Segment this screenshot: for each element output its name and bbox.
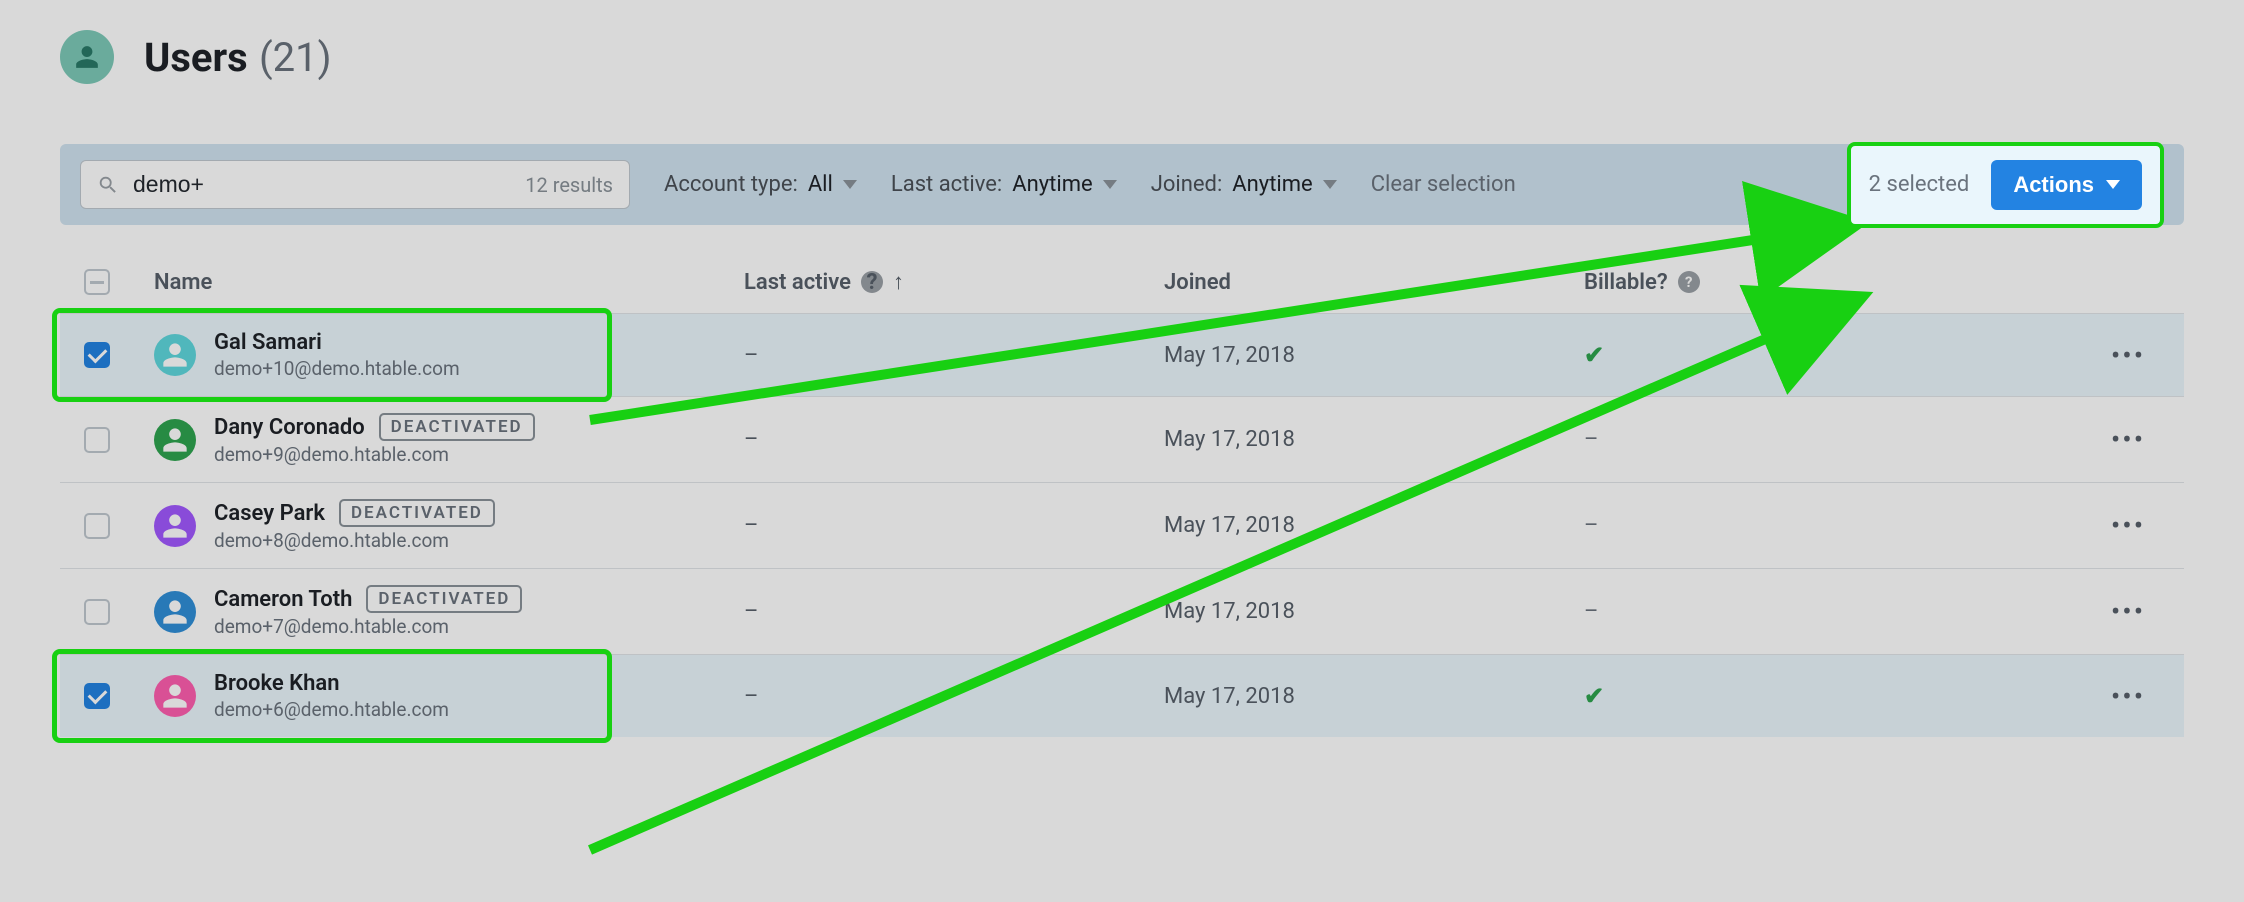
col-billable-label: Billable? (1584, 270, 1668, 295)
user-email: demo+10@demo.htable.com (214, 357, 460, 380)
page-count: (21) (259, 34, 332, 81)
table-row: Brooke Khan demo+6@demo.htable.com – May… (60, 654, 2184, 737)
deactivated-badge: DEACTIVATED (379, 413, 535, 441)
row-checkbox[interactable] (84, 599, 110, 625)
user-name-block[interactable]: Brooke Khan demo+6@demo.htable.com (214, 671, 449, 721)
user-name: Brooke Khan (214, 671, 340, 696)
last-active-value: – (744, 427, 758, 452)
user-email: demo+6@demo.htable.com (214, 698, 449, 721)
user-email: demo+7@demo.htable.com (214, 615, 522, 638)
header-user-icon (60, 30, 114, 84)
user-avatar (154, 675, 196, 717)
last-active-value: – (744, 343, 758, 368)
page-header: Users (21) (0, 0, 2244, 104)
chevron-down-icon (2106, 180, 2120, 189)
row-checkbox[interactable] (84, 427, 110, 453)
user-name-block[interactable]: Casey Park DEACTIVATED demo+8@demo.htable… (214, 499, 495, 552)
table-header: Name Last active ? ↑ Joined Billable? ? (60, 251, 2184, 313)
user-name: Cameron Toth (214, 587, 352, 612)
user-avatar (154, 334, 196, 376)
filter-account-type[interactable]: Account type: All (664, 172, 857, 197)
user-email: demo+9@demo.htable.com (214, 443, 535, 466)
search-input[interactable] (133, 171, 525, 198)
selection-actions-panel: 2 selected Actions (1847, 142, 2164, 228)
user-email: demo+8@demo.htable.com (214, 529, 495, 552)
billable-dash: – (1584, 599, 1598, 624)
filter-joined-value: Anytime (1232, 172, 1312, 197)
joined-value: May 17, 2018 (1164, 684, 1295, 709)
user-avatar (154, 591, 196, 633)
table-row: Casey Park DEACTIVATED demo+8@demo.htable… (60, 482, 2184, 568)
joined-value: May 17, 2018 (1164, 343, 1295, 368)
row-menu-button[interactable]: ••• (2106, 510, 2150, 542)
user-avatar (154, 505, 196, 547)
filter-account-type-label: Account type: (664, 172, 798, 197)
chevron-down-icon (1103, 180, 1117, 189)
filter-account-type-value: All (808, 172, 833, 197)
filter-joined-label: Joined: (1151, 172, 1223, 197)
row-menu-button[interactable]: ••• (2106, 596, 2150, 628)
sort-asc-icon: ↑ (893, 269, 904, 295)
billable-dash: – (1584, 513, 1598, 538)
user-name: Gal Samari (214, 330, 322, 355)
filter-joined[interactable]: Joined: Anytime (1151, 172, 1337, 197)
page-title: Users (144, 34, 248, 81)
col-last-active[interactable]: Last active ? ↑ (744, 269, 1164, 295)
chevron-down-icon (843, 180, 857, 189)
col-billable[interactable]: Billable? ? (1584, 270, 1924, 295)
select-all-checkbox[interactable] (84, 269, 110, 295)
help-icon[interactable]: ? (1678, 271, 1700, 293)
actions-button[interactable]: Actions (1991, 160, 2142, 210)
billable-dash: – (1584, 427, 1598, 452)
table-row: Cameron Toth DEACTIVATED demo+7@demo.htab… (60, 568, 2184, 654)
joined-value: May 17, 2018 (1164, 513, 1295, 538)
col-joined[interactable]: Joined (1164, 270, 1584, 295)
user-avatar (154, 419, 196, 461)
help-icon[interactable]: ? (861, 271, 883, 293)
joined-value: May 17, 2018 (1164, 599, 1295, 624)
row-menu-button[interactable]: ••• (2106, 424, 2150, 456)
user-name: Casey Park (214, 501, 325, 526)
filter-last-active-label: Last active: (891, 172, 1002, 197)
user-name-block[interactable]: Gal Samari demo+10@demo.htable.com (214, 330, 460, 380)
row-checkbox[interactable] (84, 513, 110, 539)
filter-last-active[interactable]: Last active: Anytime (891, 172, 1117, 197)
filter-bar: 12 results Account type: All Last active… (60, 144, 2184, 225)
deactivated-badge: DEACTIVATED (339, 499, 495, 527)
joined-value: May 17, 2018 (1164, 427, 1295, 452)
search-result-count: 12 results (525, 173, 613, 197)
row-checkbox[interactable] (84, 342, 110, 368)
user-name-block[interactable]: Dany Coronado DEACTIVATED demo+9@demo.hta… (214, 413, 535, 466)
filter-last-active-value: Anytime (1012, 172, 1092, 197)
col-last-active-label: Last active (744, 270, 851, 295)
user-name-block[interactable]: Cameron Toth DEACTIVATED demo+7@demo.htab… (214, 585, 522, 638)
user-name: Dany Coronado (214, 415, 365, 440)
chevron-down-icon (1323, 180, 1337, 189)
actions-button-label: Actions (2013, 172, 2094, 198)
clear-selection-link[interactable]: Clear selection (1371, 172, 1516, 197)
page-title-wrap: Users (21) (144, 34, 332, 81)
selected-count: 2 selected (1869, 172, 1970, 197)
search-icon (97, 174, 119, 196)
users-table: Name Last active ? ↑ Joined Billable? ? … (60, 251, 2184, 737)
row-menu-button[interactable]: ••• (2106, 680, 2150, 712)
check-icon: ✔ (1584, 341, 1604, 369)
table-row: Dany Coronado DEACTIVATED demo+9@demo.hta… (60, 396, 2184, 482)
search-box[interactable]: 12 results (80, 160, 630, 209)
table-row: Gal Samari demo+10@demo.htable.com – May… (60, 313, 2184, 396)
col-name[interactable]: Name (154, 270, 744, 295)
check-icon: ✔ (1584, 682, 1604, 710)
last-active-value: – (744, 513, 758, 538)
last-active-value: – (744, 684, 758, 709)
row-checkbox[interactable] (84, 683, 110, 709)
deactivated-badge: DEACTIVATED (366, 585, 522, 613)
last-active-value: – (744, 599, 758, 624)
row-menu-button[interactable]: ••• (2106, 339, 2150, 371)
